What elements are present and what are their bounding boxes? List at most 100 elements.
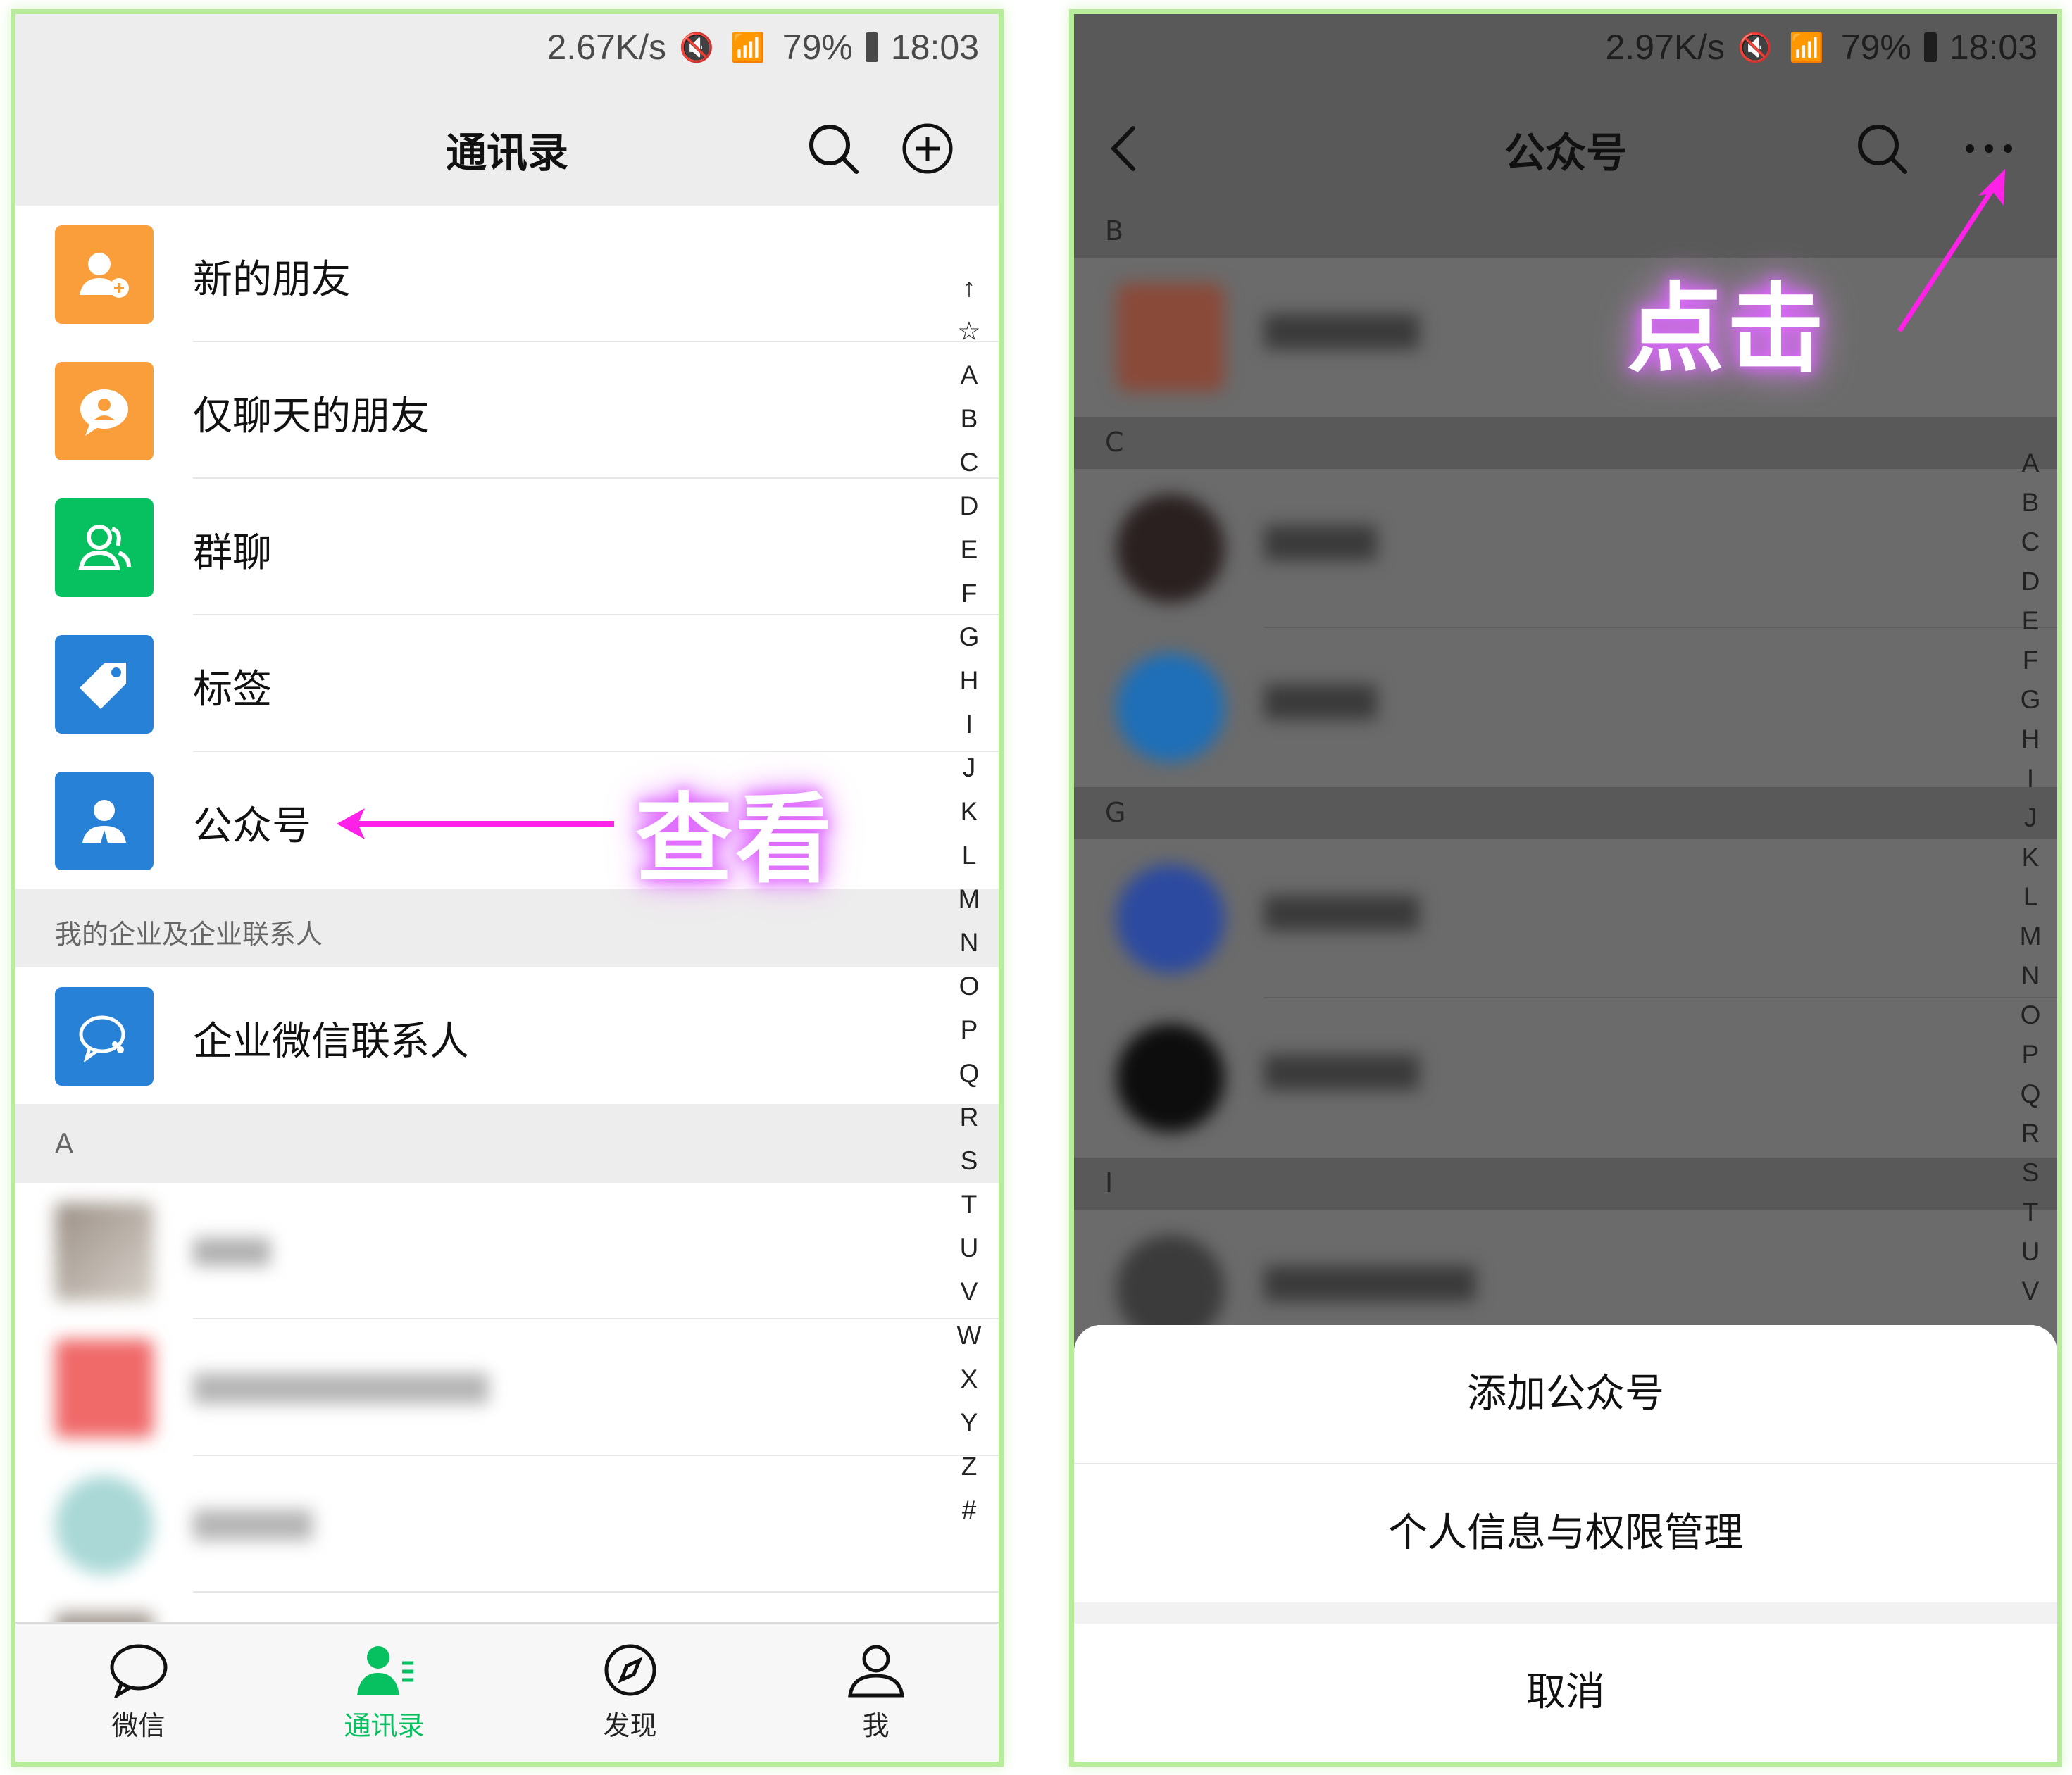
account-item[interactable] — [1074, 839, 2057, 998]
menu-group-chats[interactable]: 群聊 — [15, 479, 999, 615]
index-letter[interactable]: T — [2015, 1193, 2046, 1232]
menu-tags[interactable]: 标签 — [15, 615, 999, 752]
account-item[interactable] — [1074, 998, 2057, 1158]
index-letter[interactable]: J — [954, 746, 985, 790]
alphabet-index[interactable]: ↑ ☆ A B C D E F G H I J K L M N O P Q R S T U V W X Y Z # — [954, 266, 985, 1532]
index-letter[interactable]: Q — [954, 1052, 985, 1096]
avatar — [55, 1203, 154, 1301]
index-letter[interactable]: A — [954, 353, 985, 397]
alphabet-index[interactable]: ABCDEFGHIJKLMNOPQRSTUV — [2015, 444, 2046, 1311]
index-letter[interactable]: ☆ — [954, 310, 985, 353]
compass-icon — [604, 1644, 656, 1696]
index-letter[interactable]: V — [2015, 1272, 2046, 1311]
index-letter[interactable]: Q — [2015, 1074, 2046, 1114]
index-letter[interactable]: V — [954, 1270, 985, 1314]
menu-label: 仅聊天的朋友 — [193, 394, 430, 439]
add-plus-icon[interactable] — [897, 118, 958, 179]
enterprise-section-header: 我的企业及企业联系人 — [15, 889, 999, 967]
index-letter[interactable]: L — [2015, 877, 2046, 917]
status-bar: 2.97K/s 🔇 📶 79% 18:03 — [1074, 14, 2057, 92]
index-letter[interactable]: T — [954, 1183, 985, 1227]
battery-icon — [865, 32, 878, 62]
index-letter[interactable]: O — [954, 965, 985, 1008]
index-letter[interactable]: P — [954, 1008, 985, 1052]
index-letter[interactable]: D — [2015, 562, 2046, 601]
index-letter[interactable]: G — [2015, 680, 2046, 720]
chat-bubble-icon — [110, 1644, 167, 1698]
index-letter[interactable]: R — [954, 1096, 985, 1139]
index-letter[interactable]: G — [954, 615, 985, 659]
index-letter[interactable]: S — [2015, 1153, 2046, 1193]
avatar — [55, 1339, 154, 1438]
index-letter[interactable]: C — [2015, 522, 2046, 562]
official-account-icon — [55, 772, 154, 870]
account-item[interactable] — [1074, 628, 2057, 787]
network-speed: 2.67K/s — [547, 27, 667, 67]
index-letter[interactable]: F — [954, 572, 985, 615]
index-letter[interactable]: J — [2015, 798, 2046, 838]
index-letter[interactable]: O — [2015, 996, 2046, 1035]
tab-discover[interactable]: 发现 — [507, 1624, 753, 1762]
clock: 18:03 — [890, 27, 979, 67]
privacy-permission-option[interactable]: 个人信息与权限管理 — [1074, 1464, 2057, 1602]
index-letter[interactable]: K — [2015, 838, 2046, 877]
index-letter[interactable]: H — [954, 659, 985, 703]
avatar — [1116, 865, 1225, 973]
tab-me[interactable]: 我 — [753, 1624, 999, 1762]
index-letter[interactable]: W — [954, 1314, 985, 1357]
index-letter[interactable]: R — [2015, 1114, 2046, 1153]
menu-label: 新的朋友 — [193, 257, 351, 303]
contact-item[interactable] — [15, 1319, 999, 1456]
cancel-button[interactable]: 取消 — [1074, 1624, 2057, 1762]
index-letter[interactable]: E — [2015, 601, 2046, 641]
menu-wecom-contacts[interactable]: 企业微信联系人 — [15, 967, 999, 1104]
index-letter[interactable]: U — [2015, 1232, 2046, 1272]
index-letter[interactable]: D — [954, 484, 985, 528]
blurred-name — [1264, 525, 1377, 560]
tab-contacts[interactable]: 通讯录 — [261, 1624, 507, 1762]
chat-only-friend-icon — [55, 362, 154, 460]
menu-new-friends[interactable]: 新的朋友 — [15, 206, 999, 342]
section-header: I — [1074, 1158, 2057, 1210]
avatar — [1116, 283, 1225, 391]
contact-item[interactable] — [15, 1183, 999, 1319]
index-letter[interactable]: C — [954, 441, 985, 484]
index-letter[interactable]: Y — [954, 1401, 985, 1445]
index-letter[interactable]: U — [954, 1227, 985, 1270]
index-letter[interactable]: B — [2015, 483, 2046, 522]
blurred-name — [1264, 1055, 1419, 1090]
add-official-account-option[interactable]: 添加公众号 — [1074, 1325, 2057, 1463]
index-letter[interactable]: Z — [954, 1445, 985, 1488]
index-letter[interactable]: N — [954, 921, 985, 965]
tab-chats[interactable]: 微信 — [15, 1624, 261, 1762]
blurred-name — [193, 1510, 313, 1541]
account-item[interactable] — [1074, 469, 2057, 628]
index-letter[interactable]: N — [2015, 956, 2046, 996]
avatar — [1116, 1024, 1225, 1132]
index-letter[interactable]: M — [2015, 917, 2046, 956]
index-letter[interactable]: B — [954, 397, 985, 441]
annotation-view: 查看 — [635, 783, 836, 896]
index-letter[interactable]: I — [954, 703, 985, 746]
signal-icons: 🔇 📶 — [1737, 32, 1828, 63]
me-icon — [847, 1645, 904, 1698]
index-letter[interactable]: E — [954, 528, 985, 572]
pointer-arrow — [337, 808, 614, 839]
index-letter[interactable]: P — [2015, 1035, 2046, 1074]
menu-chat-only-friends[interactable]: 仅聊天的朋友 — [15, 342, 999, 479]
index-letter[interactable]: I — [2015, 759, 2046, 798]
contact-item[interactable] — [15, 1456, 999, 1593]
blurred-name — [1264, 314, 1419, 349]
index-letter[interactable]: ↑ — [954, 266, 985, 310]
index-letter[interactable]: X — [954, 1357, 985, 1401]
index-letter[interactable]: H — [2015, 720, 2046, 759]
index-letter[interactable]: S — [954, 1139, 985, 1183]
index-letter[interactable]: K — [954, 790, 985, 834]
index-letter[interactable]: A — [2015, 444, 2046, 483]
official-accounts-screen: 2.97K/s 🔇 📶 79% 18:03 公众号 B C G I A B C … — [1074, 14, 2057, 1762]
index-letter[interactable]: F — [2015, 641, 2046, 680]
search-icon[interactable] — [803, 118, 863, 179]
index-letter[interactable]: M — [954, 877, 985, 921]
index-letter[interactable]: L — [954, 834, 985, 877]
index-letter[interactable]: # — [954, 1488, 985, 1532]
